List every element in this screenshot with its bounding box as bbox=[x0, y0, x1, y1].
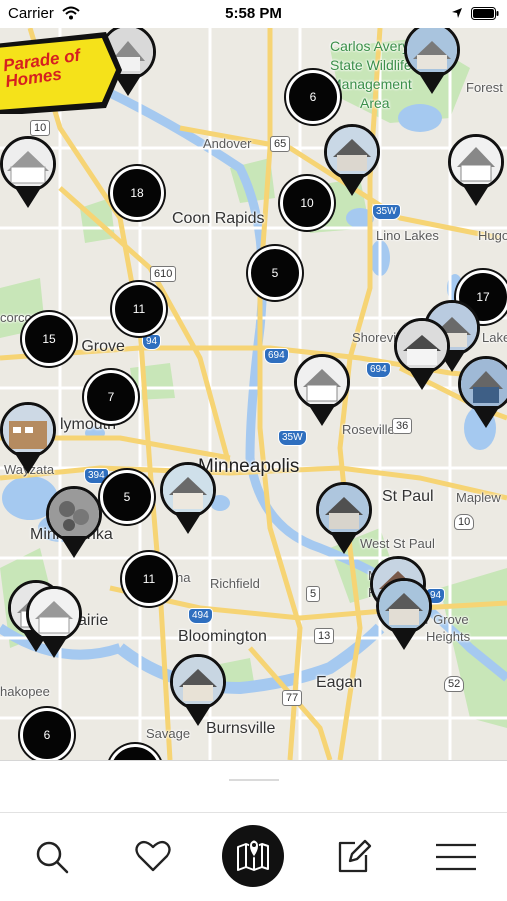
home-pin[interactable] bbox=[458, 356, 507, 434]
status-bar: Carrier 5:58 PM bbox=[0, 0, 507, 28]
highway-shield: 13 bbox=[314, 628, 335, 644]
highway-shield: 5 bbox=[306, 586, 321, 602]
tab-menu[interactable] bbox=[424, 825, 486, 887]
cluster-marker[interactable]: 5 bbox=[248, 246, 302, 300]
highway-shield: 36 bbox=[392, 418, 413, 434]
home-pin[interactable] bbox=[160, 462, 216, 540]
place-label: airie bbox=[78, 612, 109, 629]
home-pin[interactable] bbox=[324, 124, 380, 202]
sheet-drag-handle[interactable] bbox=[229, 779, 279, 781]
place-label: State Wildlife bbox=[330, 57, 412, 73]
place-label: Bloomington bbox=[178, 628, 267, 645]
cluster-marker[interactable]: 5 bbox=[100, 470, 154, 524]
place-label: e Grove bbox=[68, 338, 125, 355]
home-pin[interactable] bbox=[26, 586, 82, 664]
home-pin[interactable] bbox=[0, 402, 56, 480]
highway-shield: 694 bbox=[264, 348, 289, 364]
search-icon bbox=[36, 841, 69, 874]
place-label: hakopee bbox=[0, 684, 50, 699]
cluster-marker[interactable]: 11 bbox=[112, 282, 166, 336]
place-label: Richfield bbox=[210, 576, 260, 591]
tab-search[interactable] bbox=[22, 825, 84, 887]
place-label: Hugo bbox=[478, 228, 507, 243]
place-label: Coon Rapids bbox=[172, 210, 265, 227]
home-pin[interactable] bbox=[294, 354, 350, 432]
cluster-marker[interactable]: 18 bbox=[110, 166, 164, 220]
place-label: Lake bbox=[482, 330, 507, 345]
highway-shield: 94 bbox=[142, 334, 162, 350]
home-pin[interactable] bbox=[170, 654, 226, 732]
cluster-marker[interactable]: 11 bbox=[122, 552, 176, 606]
highway-shield: 35W bbox=[278, 430, 307, 446]
heart-icon bbox=[135, 840, 171, 872]
place-label: Forest bbox=[466, 80, 503, 95]
place-label: Area bbox=[360, 95, 390, 111]
place-label: Carlos Avery bbox=[330, 38, 410, 54]
highway-shield: 65 bbox=[270, 136, 291, 152]
battery-icon bbox=[471, 7, 499, 24]
place-label: na bbox=[176, 570, 191, 585]
cluster-marker[interactable]: 15 bbox=[22, 312, 76, 366]
highway-shield: 494 bbox=[188, 608, 213, 624]
home-pin[interactable] bbox=[46, 486, 102, 564]
home-pin[interactable] bbox=[0, 136, 56, 214]
edit-icon bbox=[338, 839, 372, 873]
status-time: 5:58 PM bbox=[225, 5, 282, 22]
tab-bar bbox=[0, 812, 507, 901]
place-label: Lino Lakes bbox=[376, 228, 439, 243]
tab-favorites[interactable] bbox=[122, 825, 184, 887]
highway-shield: 77 bbox=[282, 690, 303, 706]
place-label: Heights bbox=[426, 629, 471, 644]
highway-shield: 610 bbox=[150, 266, 177, 282]
place-label: Management bbox=[330, 76, 412, 92]
highway-shield: 10 bbox=[454, 514, 475, 530]
cluster-marker[interactable]: 7 bbox=[84, 370, 138, 424]
home-pin[interactable] bbox=[376, 578, 432, 656]
highway-shield: 52 bbox=[444, 676, 465, 692]
tab-map[interactable] bbox=[222, 825, 284, 887]
place-label: St Paul bbox=[382, 488, 434, 505]
cluster-marker[interactable]: 6 bbox=[286, 70, 340, 124]
place-label: Maplew bbox=[456, 490, 501, 505]
home-pin[interactable] bbox=[394, 318, 450, 396]
home-pin[interactable] bbox=[316, 482, 372, 560]
tab-notes[interactable] bbox=[322, 825, 384, 887]
location-arrow-icon bbox=[451, 6, 463, 23]
place-label: Eagan bbox=[316, 674, 363, 691]
bottom-sheet[interactable] bbox=[0, 760, 507, 813]
parade-of-homes-logo[interactable]: Parade of Homes bbox=[0, 30, 126, 116]
map-icon bbox=[237, 839, 269, 871]
place-label: Andover bbox=[203, 136, 252, 151]
highway-shield: 35W bbox=[372, 204, 401, 220]
home-pin[interactable] bbox=[404, 28, 460, 100]
menu-icon bbox=[436, 843, 476, 871]
map-view[interactable]: Carlos Avery State Wildlife Management A… bbox=[0, 28, 507, 760]
cluster-marker[interactable]: 6 bbox=[20, 708, 74, 760]
home-pin[interactable] bbox=[448, 134, 504, 212]
highway-shield: 10 bbox=[30, 120, 51, 136]
highway-shield: 694 bbox=[366, 362, 391, 378]
